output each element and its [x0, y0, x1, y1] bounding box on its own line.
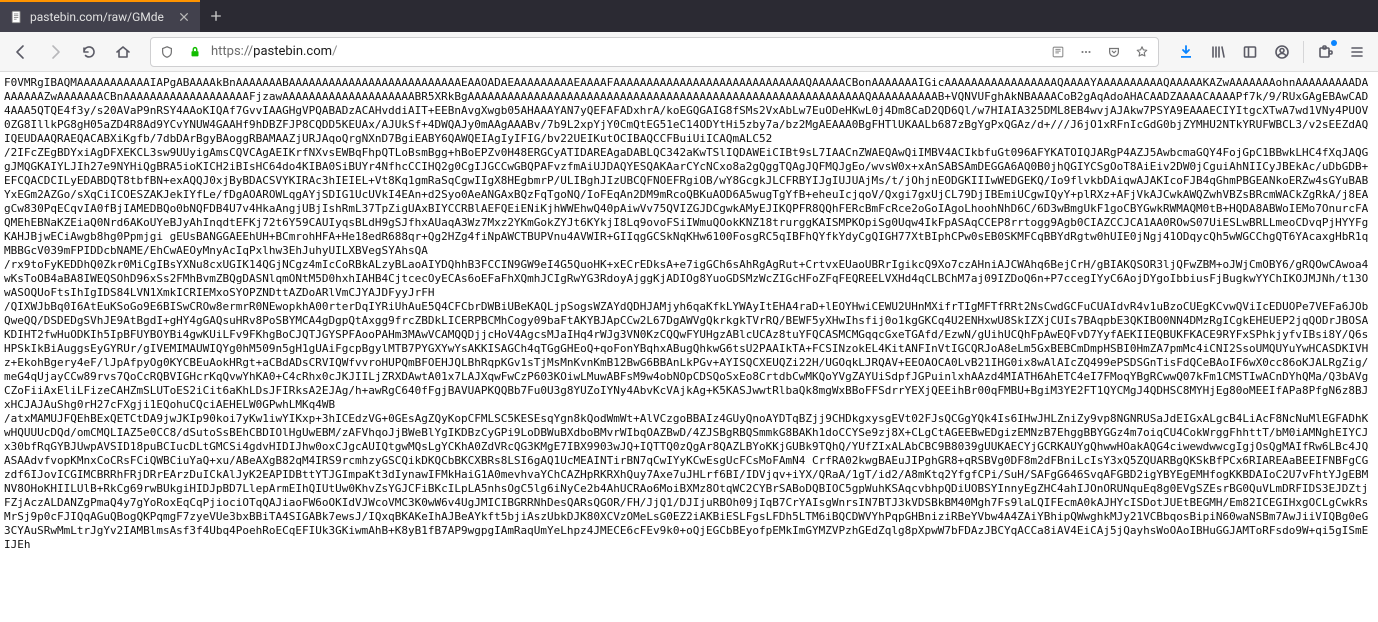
back-button[interactable]: [6, 37, 36, 67]
forward-button[interactable]: [40, 37, 70, 67]
new-tab-button[interactable]: [200, 0, 232, 32]
toolbar-separator: [1303, 41, 1304, 63]
tab-strip: pastebin.com/raw/GMde: [0, 0, 1378, 32]
url-bar[interactable]: https://pastebin.com/: [150, 37, 1159, 67]
url-host: pastebin.com: [253, 44, 332, 59]
reader-icon[interactable]: [1046, 40, 1070, 64]
library-button[interactable]: [1203, 37, 1233, 67]
meatballs-icon[interactable]: [1074, 40, 1098, 64]
tab-close-icon[interactable]: [176, 9, 192, 25]
page-content[interactable]: F0VMRgIBAQMAAAAAAAAAAAIAPgABAAAAkBnAAAAA…: [0, 72, 1378, 622]
app-menu-button[interactable]: [1342, 37, 1372, 67]
url-protocol: https://: [211, 44, 253, 59]
bookmark-star-icon[interactable]: [1130, 40, 1154, 64]
reload-button[interactable]: [74, 37, 104, 67]
sidebar-button[interactable]: [1235, 37, 1265, 67]
downloads-button[interactable]: [1171, 37, 1201, 67]
raw-text: F0VMRgIBAQMAAAAAAAAAAAIAPgABAAAAkBnAAAAA…: [4, 76, 1374, 552]
account-button[interactable]: [1267, 37, 1297, 67]
tab-active[interactable]: pastebin.com/raw/GMde: [0, 0, 200, 32]
tracking-shield-icon[interactable]: [155, 40, 179, 64]
home-button[interactable]: [108, 37, 138, 67]
extension-button[interactable]: [1310, 37, 1340, 67]
tab-title: pastebin.com/raw/GMde: [30, 10, 170, 24]
navigation-toolbar: https://pastebin.com/: [0, 32, 1378, 72]
toolbar-right: [1171, 37, 1372, 67]
url-text: https://pastebin.com/: [211, 44, 1042, 59]
page-icon: [10, 10, 24, 24]
lock-icon[interactable]: [183, 40, 207, 64]
url-path: /: [332, 44, 337, 59]
pocket-icon[interactable]: [1102, 40, 1126, 64]
